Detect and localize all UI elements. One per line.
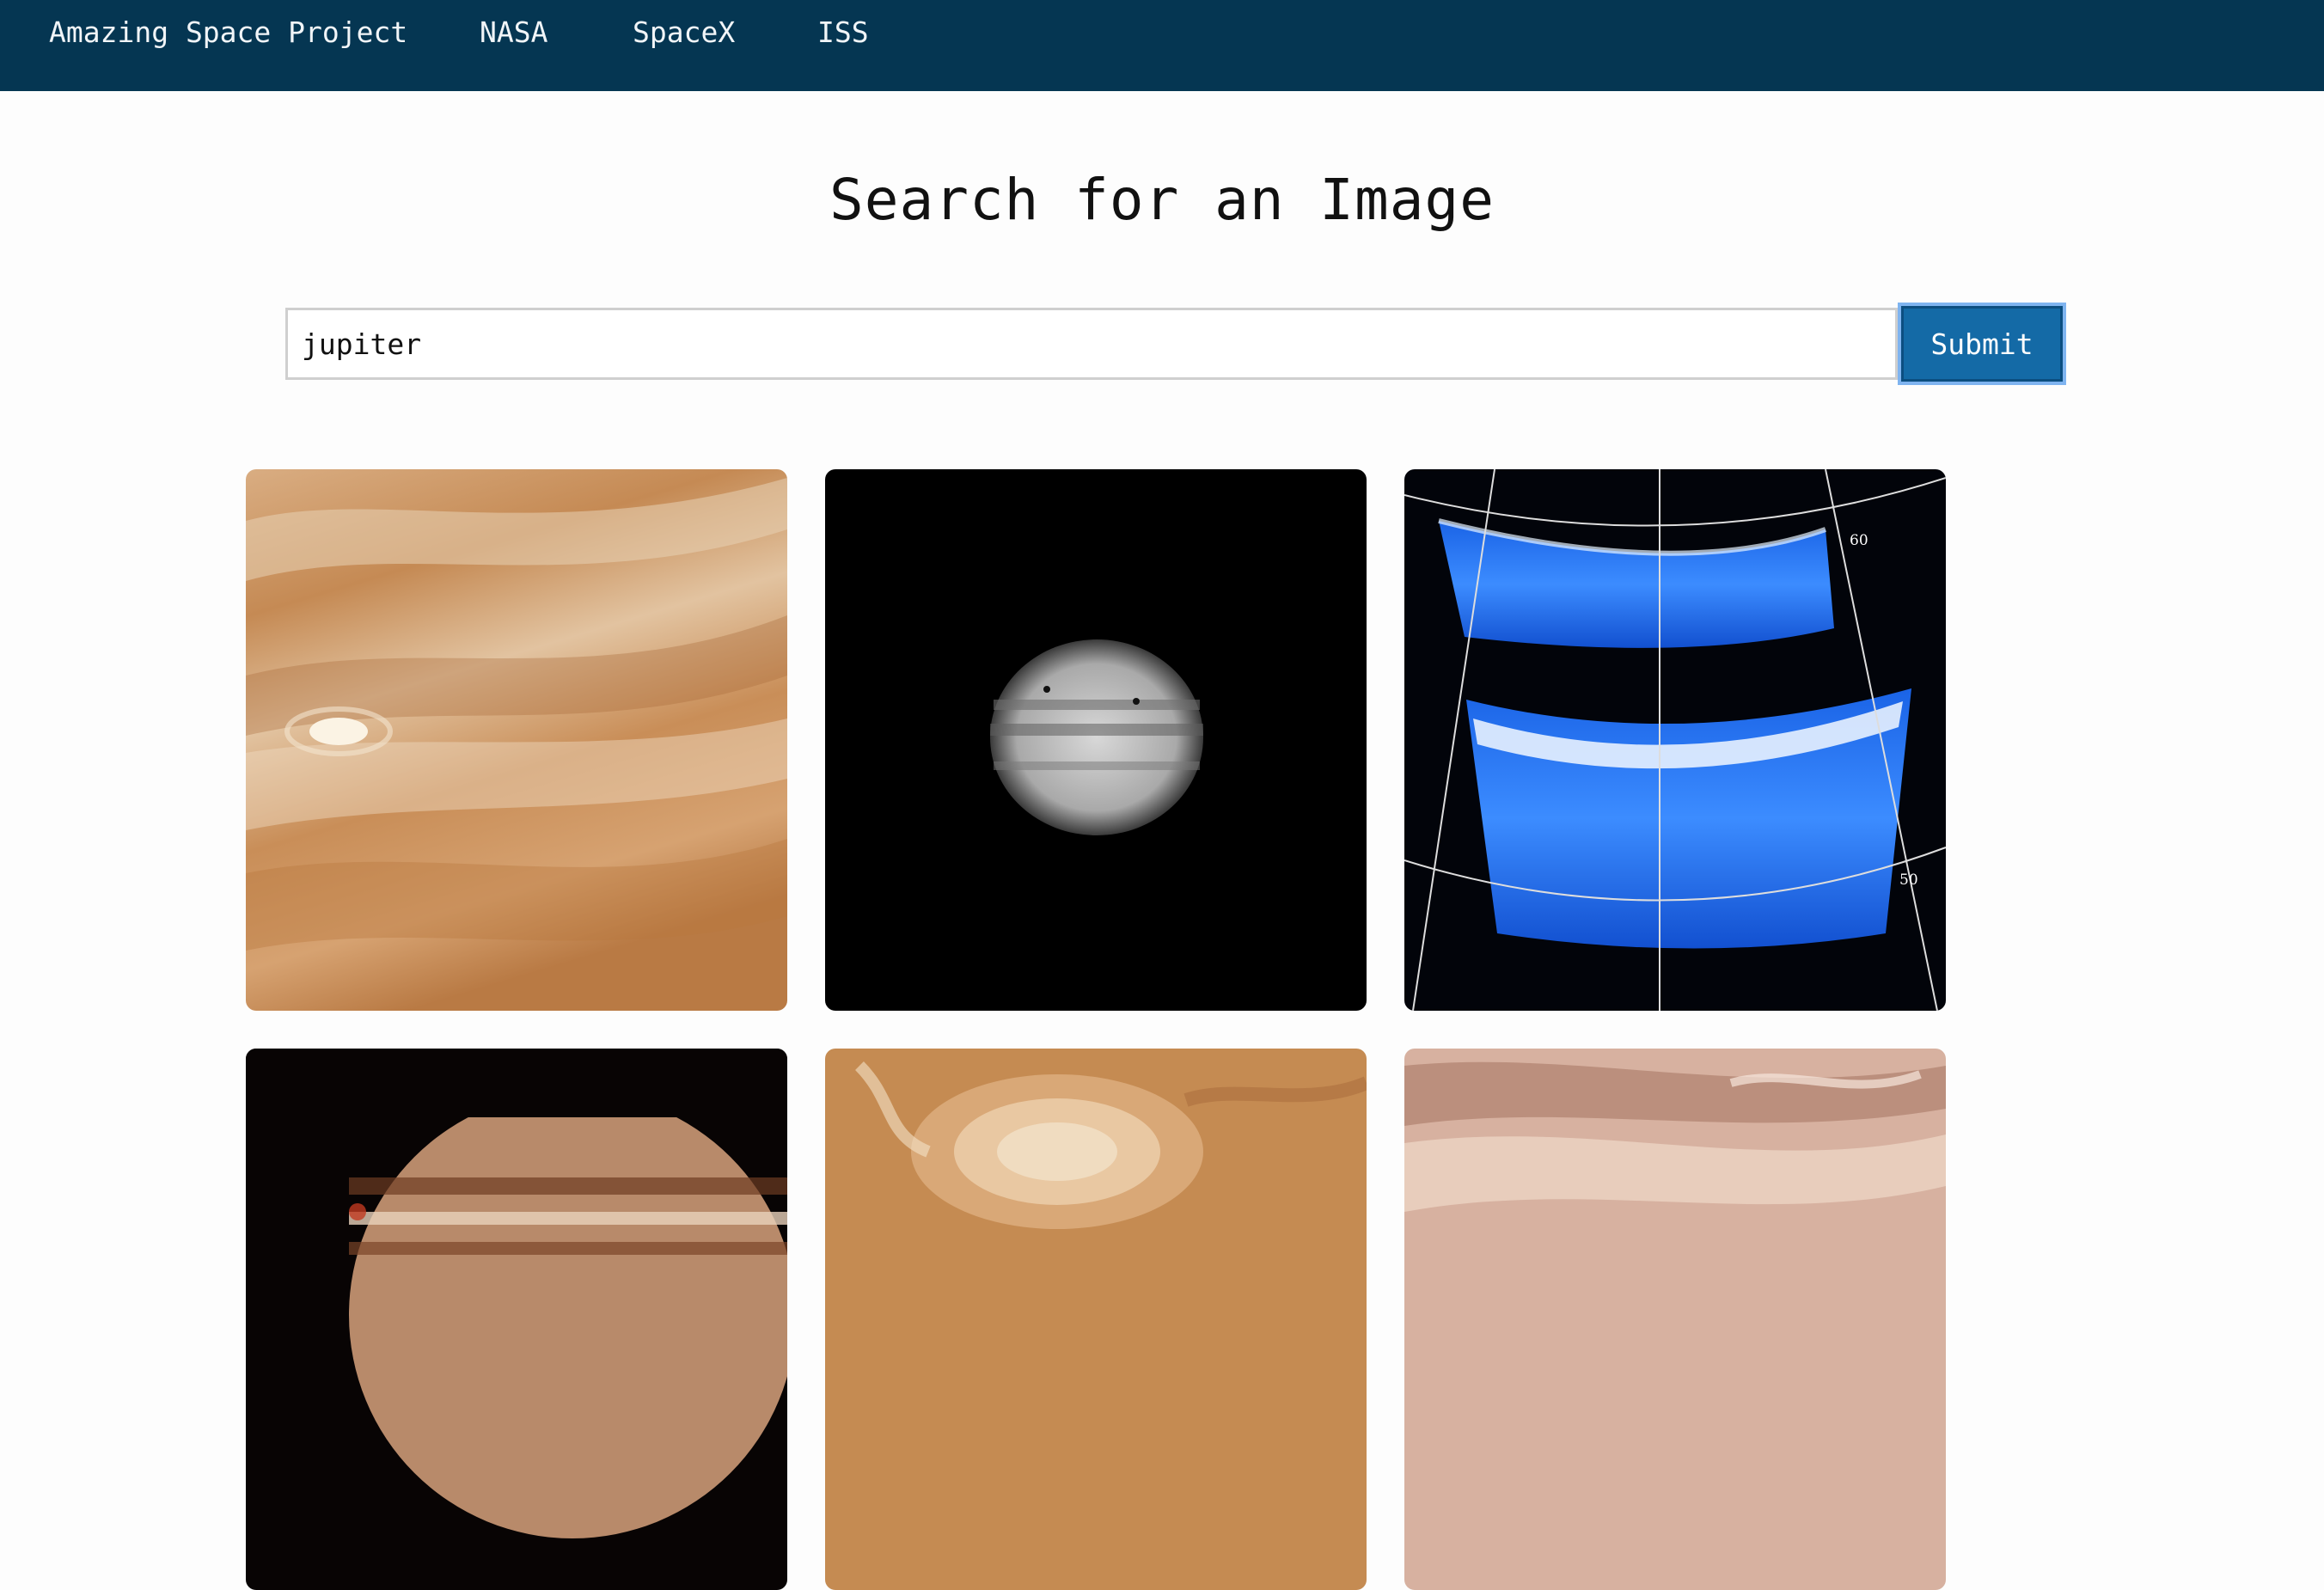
result-image-2[interactable] <box>825 469 1367 1011</box>
result-image-4[interactable] <box>246 1049 787 1590</box>
search-input[interactable] <box>285 308 1898 380</box>
result-image-5[interactable] <box>825 1049 1367 1590</box>
submit-button[interactable]: Submit <box>1901 306 2063 382</box>
nav-link-iss[interactable]: ISS <box>817 14 869 52</box>
jupiter-disk-image <box>825 469 1367 1011</box>
brand-link[interactable]: Amazing Space Project <box>49 14 407 52</box>
jupiter-aurora-map-image: 60 50 <box>1404 469 1946 1011</box>
jupiter-clouds-image <box>246 469 787 1011</box>
nav-link-nasa[interactable]: NASA <box>480 14 547 52</box>
result-image-3[interactable]: 60 50 <box>1404 469 1946 1011</box>
grid-label-60: 60 <box>1850 532 1868 549</box>
top-navbar: Amazing Space Project NASA SpaceX ISS <box>0 0 2324 91</box>
great-red-spot-image <box>825 1049 1367 1590</box>
page-title: Search for an Image <box>829 167 1495 233</box>
jupiter-moon-image <box>246 1049 787 1590</box>
nav-link-spacex[interactable]: SpaceX <box>633 14 735 52</box>
result-image-6[interactable] <box>1404 1049 1946 1590</box>
grid-label-50: 50 <box>1899 871 1918 889</box>
jupiter-pink-bands-image <box>1404 1049 1946 1590</box>
result-image-1[interactable] <box>246 469 787 1011</box>
